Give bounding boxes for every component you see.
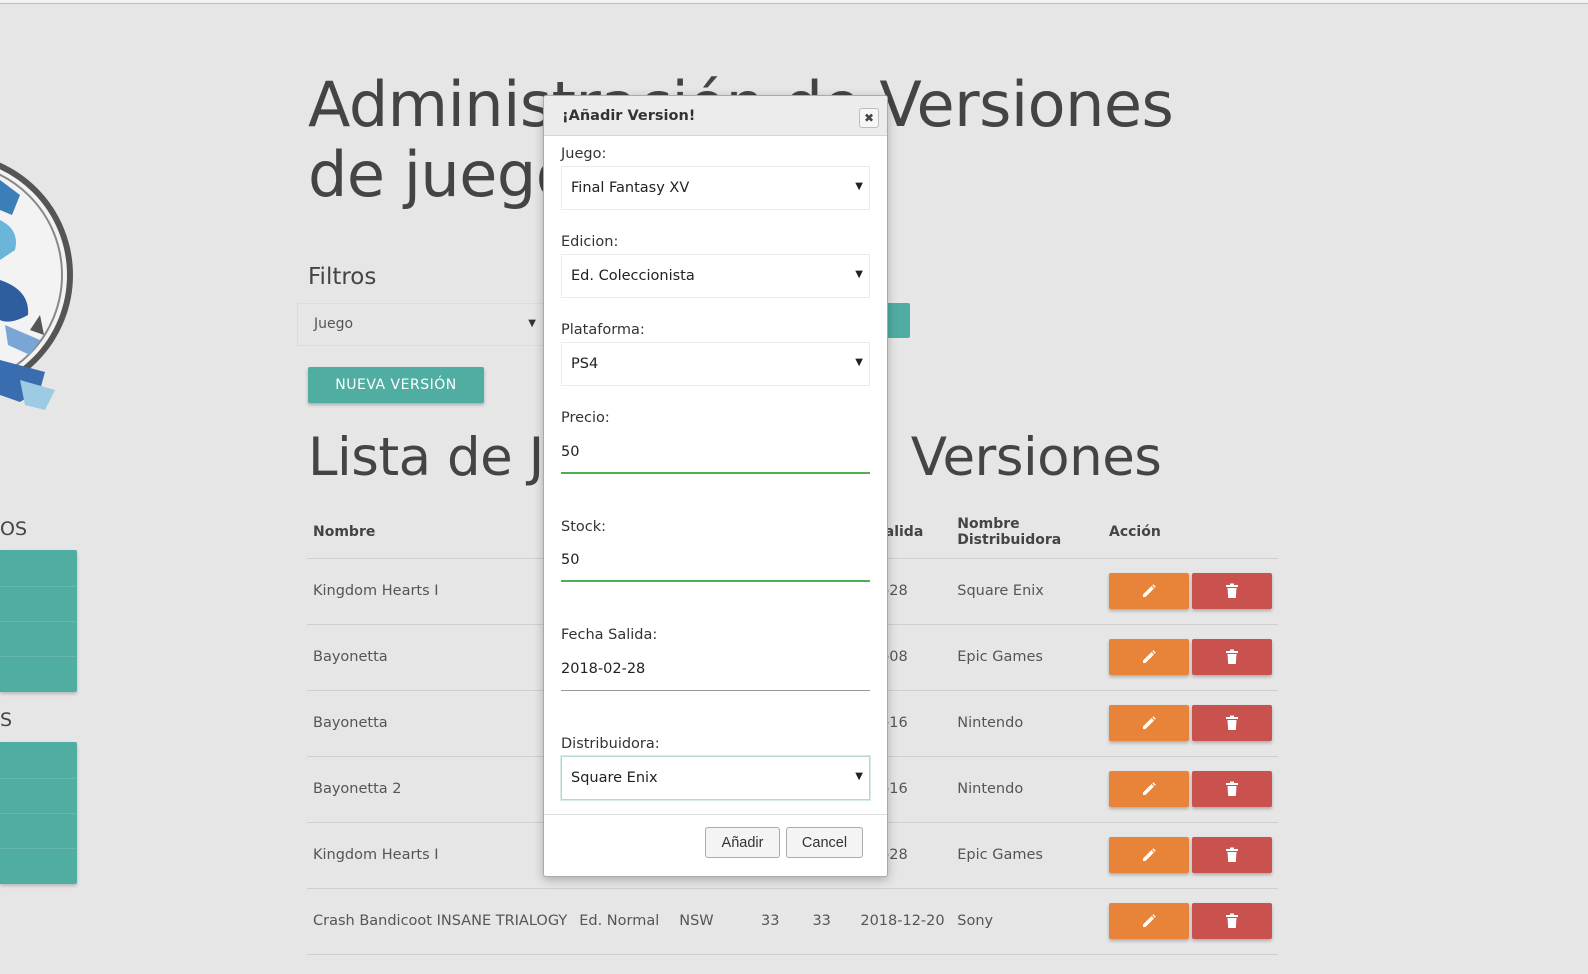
trash-icon: [1226, 715, 1238, 730]
col-distribuidora: Nombre Distribuidora: [957, 516, 1062, 549]
close-icon[interactable]: ✖: [859, 108, 879, 128]
trash-icon: [1226, 649, 1238, 664]
pencil-icon: [1143, 584, 1156, 597]
delete-button[interactable]: [1192, 903, 1272, 939]
stock-input[interactable]: 50: [561, 542, 870, 582]
precio-label: Precio:: [561, 410, 610, 426]
cell-actions: [1103, 623, 1278, 690]
sidebar-heading-1: OS: [0, 518, 28, 540]
cell-edicion: Ed. Normal: [573, 887, 674, 955]
cell-distribuidora: Nintendo: [951, 755, 1103, 822]
sidebar-heading-2: S: [0, 709, 13, 731]
cell-nombre: Kingdom Hearts I: [307, 821, 574, 888]
cell-actions: [1103, 557, 1278, 624]
cell-precio: 33: [754, 887, 807, 955]
precio-input[interactable]: 50: [561, 434, 870, 474]
logo: [0, 140, 80, 430]
juego-value: Final Fantasy XV: [571, 180, 690, 196]
cell-actions: [1103, 821, 1278, 888]
col-nombre: Nombre: [313, 524, 376, 541]
juego-label: Juego:: [561, 146, 607, 162]
edicion-label: Edicion:: [561, 234, 619, 250]
juego-select[interactable]: Final Fantasy XV ▼: [561, 166, 870, 210]
edit-button[interactable]: [1109, 705, 1189, 741]
edit-button[interactable]: [1109, 573, 1189, 609]
dialog-title: ¡Añadir Version!: [562, 108, 696, 124]
pencil-icon: [1143, 716, 1156, 729]
cell-fecha: 2018-12-20: [854, 887, 952, 955]
pencil-icon: [1143, 914, 1156, 927]
table-row: Crash Bandicoot INSANE TRIALOGY Ed. Norm…: [307, 887, 1278, 955]
cell-actions: [1103, 689, 1278, 756]
pencil-icon: [1143, 782, 1156, 795]
cell-distribuidora: Epic Games: [951, 821, 1103, 888]
sidebar-menu-2[interactable]: [0, 742, 77, 884]
add-button[interactable]: Añadir: [705, 827, 780, 858]
cell-plataforma: NSW: [673, 887, 755, 955]
edit-button[interactable]: [1109, 903, 1189, 939]
col-accion: Acción: [1109, 524, 1161, 541]
sidebar-menu-1[interactable]: [0, 550, 77, 692]
caret-down-icon: ▼: [855, 269, 863, 280]
filters-label: Filtros: [308, 264, 377, 290]
delete-button[interactable]: [1192, 639, 1272, 675]
fecha-input[interactable]: 2018-02-28: [561, 651, 870, 691]
edicion-select[interactable]: Ed. Coleccionista ▼: [561, 254, 870, 298]
caret-down-icon: ▼: [855, 357, 863, 368]
cell-distribuidora: Square Enix: [951, 557, 1103, 624]
trash-icon: [1226, 583, 1238, 598]
pencil-icon: [1143, 848, 1156, 861]
distribuidora-label: Distribuidora:: [561, 736, 660, 752]
edit-button[interactable]: [1109, 837, 1189, 873]
distribuidora-value: Square Enix: [571, 770, 658, 786]
caret-down-icon: ▼: [528, 318, 536, 329]
cell-actions: [1103, 755, 1278, 822]
delete-button[interactable]: [1192, 837, 1272, 873]
game-filter-select[interactable]: Juego ▼: [297, 303, 545, 346]
add-version-dialog: ¡Añadir Version! ✖ Juego: Final Fantasy …: [543, 95, 888, 877]
edicion-value: Ed. Coleccionista: [571, 268, 695, 284]
distribuidora-select[interactable]: Square Enix ▼: [561, 756, 870, 800]
cell-distribuidora: Epic Games: [951, 623, 1103, 690]
trash-icon: [1226, 781, 1238, 796]
list-title-right: Versiones: [910, 427, 1162, 488]
trash-icon: [1226, 913, 1238, 928]
plataforma-select[interactable]: PS4 ▼: [561, 342, 870, 386]
dialog-footer: [544, 814, 887, 815]
cell-nombre: Crash Bandicoot INSANE TRIALOGY: [307, 887, 574, 955]
delete-button[interactable]: [1192, 771, 1272, 807]
plataforma-value: PS4: [571, 356, 599, 372]
cell-nombre: Bayonetta: [307, 623, 574, 690]
cell-nombre: Kingdom Hearts I: [307, 557, 574, 624]
stock-label: Stock:: [561, 519, 607, 535]
delete-button[interactable]: [1192, 705, 1272, 741]
cell-nombre: Bayonetta 2: [307, 755, 574, 822]
dialog-header: ¡Añadir Version! ✖: [544, 96, 887, 136]
plataforma-label: Plataforma:: [561, 322, 645, 338]
caret-down-icon: ▼: [855, 181, 863, 192]
cancel-button[interactable]: Cancel: [786, 827, 863, 858]
pencil-icon: [1143, 650, 1156, 663]
cell-distribuidora: Nintendo: [951, 689, 1103, 756]
fecha-label: Fecha Salida:: [561, 627, 658, 643]
cell-nombre: Bayonetta: [307, 689, 574, 756]
list-title-left: Lista de Ju: [308, 427, 577, 488]
delete-button[interactable]: [1192, 573, 1272, 609]
cell-actions: [1103, 887, 1278, 955]
trash-icon: [1226, 847, 1238, 862]
caret-down-icon: ▼: [855, 771, 863, 782]
new-version-button[interactable]: NUEVA VERSIÓN: [308, 367, 484, 403]
cell-distribuidora: Sony: [951, 887, 1103, 955]
edit-button[interactable]: [1109, 771, 1189, 807]
top-border: [0, 0, 1588, 4]
edit-button[interactable]: [1109, 639, 1189, 675]
game-filter-value: Juego: [314, 316, 354, 332]
cell-stock: 33: [806, 887, 855, 955]
